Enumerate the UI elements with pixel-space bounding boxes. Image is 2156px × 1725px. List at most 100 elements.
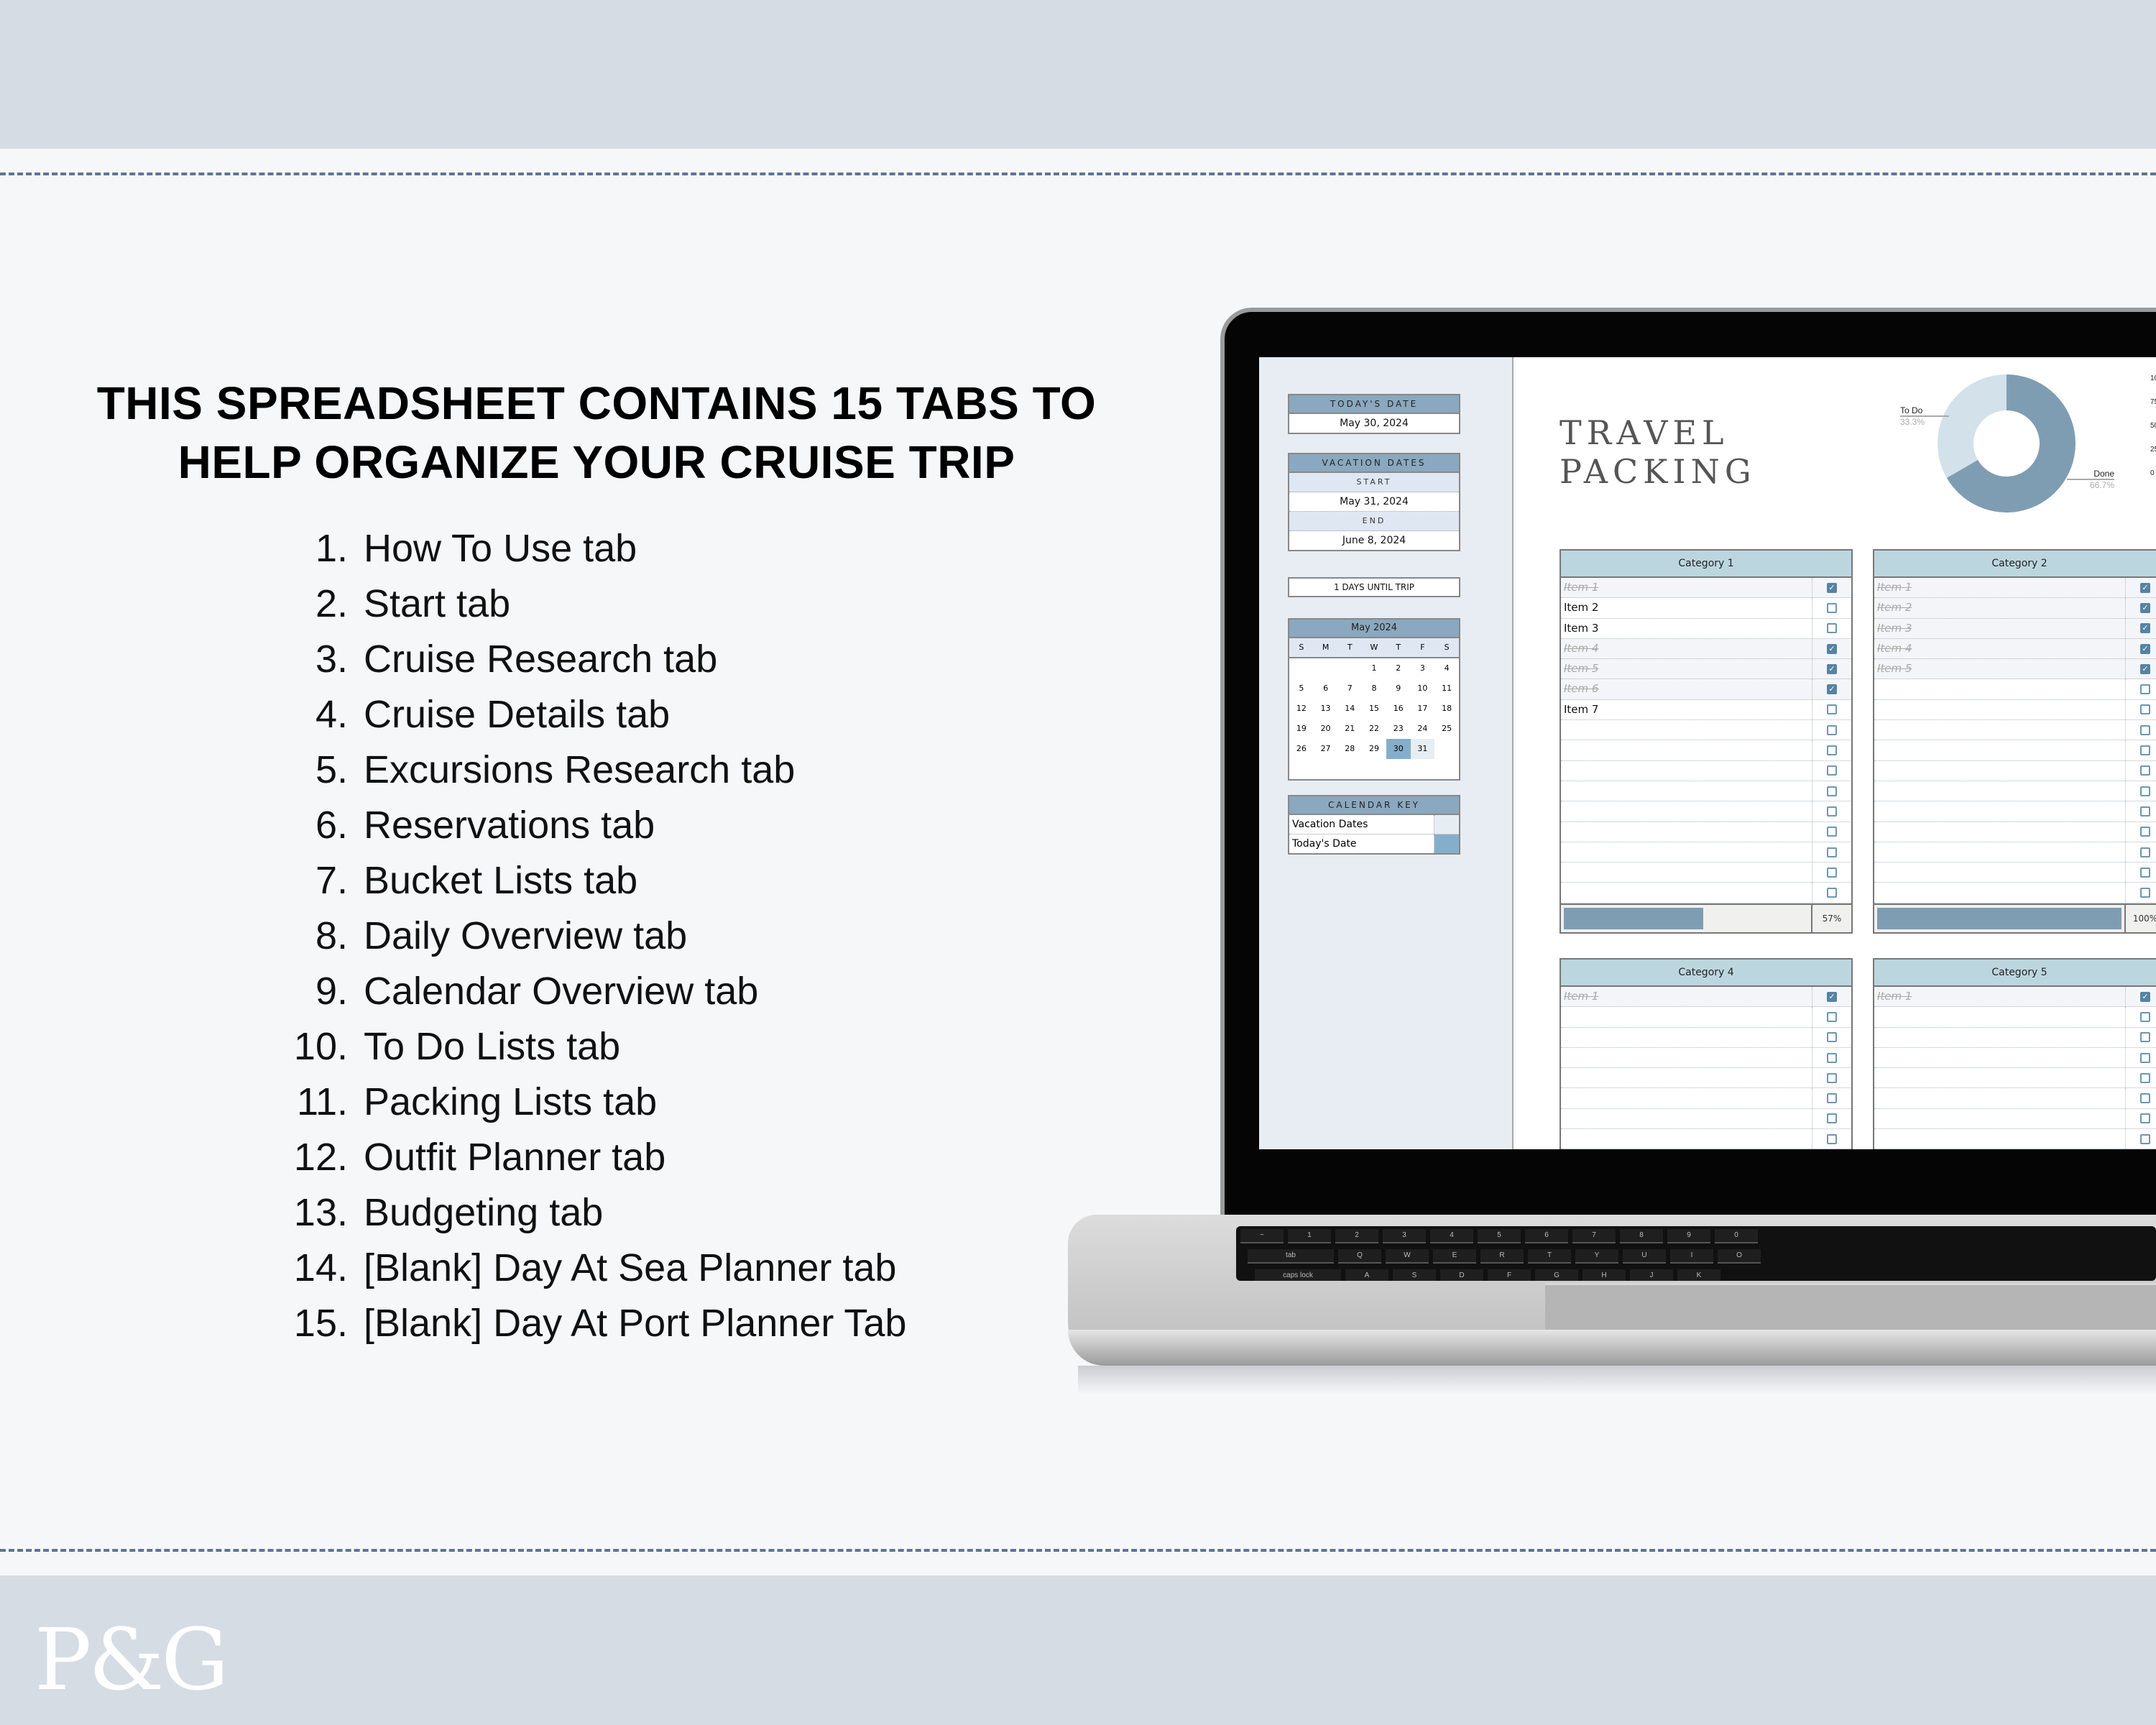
packing-item-label[interactable] (1561, 781, 1812, 801)
packing-item-label[interactable] (1561, 842, 1812, 862)
checkbox[interactable] (2140, 1032, 2150, 1043)
calendar-day[interactable]: 9 (1386, 678, 1411, 699)
packing-item-label[interactable] (1561, 1109, 1812, 1128)
packing-item-label[interactable] (1874, 720, 2125, 740)
checkbox[interactable] (1827, 867, 1837, 878)
packing-item-label[interactable] (1561, 1048, 1812, 1067)
checkbox[interactable] (1827, 765, 1837, 776)
todays-date-value[interactable]: May 30, 2024 (1289, 414, 1459, 433)
calendar-day[interactable]: 21 (1337, 719, 1362, 739)
end-date-value[interactable]: June 8, 2024 (1289, 531, 1459, 550)
calendar-day[interactable]: 24 (1411, 719, 1435, 739)
packing-item-label[interactable] (1561, 883, 1812, 902)
packing-item-label[interactable]: Item 1 (1561, 578, 1812, 597)
checkbox[interactable] (1827, 1093, 1837, 1104)
packing-item-label[interactable] (1874, 700, 2125, 719)
checkbox[interactable] (1827, 602, 1837, 613)
calendar-day[interactable]: 5 (1289, 678, 1314, 699)
packing-item-label[interactable] (1874, 1007, 2125, 1026)
packing-item-label[interactable] (1561, 1028, 1812, 1047)
packing-item-label[interactable] (1874, 862, 2125, 882)
checkbox[interactable] (1827, 745, 1837, 756)
calendar-day[interactable]: 8 (1362, 678, 1386, 699)
packing-item-label[interactable] (1561, 740, 1812, 760)
checkbox[interactable] (1827, 806, 1837, 816)
checkbox[interactable] (1827, 704, 1837, 715)
checkbox[interactable] (1827, 1032, 1837, 1043)
checkbox[interactable] (2140, 867, 2150, 878)
calendar-day[interactable]: 18 (1434, 699, 1459, 719)
packing-item-label[interactable] (1561, 862, 1812, 882)
calendar-day[interactable]: 6 (1314, 678, 1338, 699)
calendar-day[interactable]: 17 (1411, 699, 1435, 719)
packing-item-label[interactable]: Item 3 (1561, 619, 1812, 638)
checked-checkbox[interactable]: ✓ (1827, 684, 1837, 695)
packing-item-label[interactable] (1874, 1048, 2125, 1067)
checkbox[interactable] (2140, 704, 2150, 715)
packing-item-label[interactable] (1561, 1129, 1812, 1149)
packing-item-label[interactable] (1561, 761, 1812, 781)
checkbox[interactable] (2140, 1093, 2150, 1104)
calendar-day[interactable]: 12 (1289, 699, 1314, 719)
checkbox[interactable] (1827, 1133, 1837, 1144)
calendar-day[interactable]: 19 (1289, 719, 1314, 739)
calendar-day[interactable]: 3 (1411, 658, 1435, 678)
calendar-day[interactable]: 10 (1411, 678, 1435, 699)
checkbox[interactable] (2140, 786, 2150, 796)
checkbox[interactable] (2140, 724, 2150, 735)
calendar-day[interactable]: 27 (1314, 739, 1338, 759)
calendar-day[interactable]: 22 (1362, 719, 1386, 739)
calendar-day[interactable]: 30 (1386, 739, 1411, 759)
checkbox[interactable] (1827, 724, 1837, 735)
packing-item-label[interactable] (1561, 720, 1812, 740)
packing-item-label[interactable] (1561, 1007, 1812, 1026)
checkbox[interactable] (2140, 806, 2150, 816)
checked-checkbox[interactable]: ✓ (2140, 663, 2150, 674)
checked-checkbox[interactable]: ✓ (2140, 582, 2150, 593)
checked-checkbox[interactable]: ✓ (2140, 602, 2150, 613)
checked-checkbox[interactable]: ✓ (1827, 643, 1837, 654)
checked-checkbox[interactable]: ✓ (2140, 623, 2150, 634)
packing-item-label[interactable] (1874, 1129, 2125, 1149)
packing-item-label[interactable]: Item 1 (1874, 578, 2125, 597)
calendar-day[interactable]: 20 (1314, 719, 1338, 739)
calendar-day[interactable]: 13 (1314, 699, 1338, 719)
checkbox[interactable] (2140, 1072, 2150, 1083)
checkbox[interactable] (1827, 847, 1837, 857)
packing-item-label[interactable]: Item 2 (1561, 598, 1812, 617)
calendar-day[interactable]: 23 (1386, 719, 1411, 739)
packing-item-label[interactable] (1874, 1028, 2125, 1047)
calendar-day[interactable]: 2 (1386, 658, 1411, 678)
checked-checkbox[interactable]: ✓ (1827, 991, 1837, 1002)
packing-item-label[interactable] (1561, 822, 1812, 842)
packing-item-label[interactable] (1874, 740, 2125, 760)
checkbox[interactable] (2140, 684, 2150, 695)
packing-item-label[interactable]: Item 1 (1874, 987, 2125, 1006)
checkbox[interactable] (2140, 888, 2150, 898)
checkbox[interactable] (1827, 1113, 1837, 1124)
packing-item-label[interactable] (1874, 822, 2125, 842)
checkbox[interactable] (2140, 1113, 2150, 1124)
calendar-day[interactable]: 16 (1386, 699, 1411, 719)
checkbox[interactable] (1827, 1011, 1837, 1022)
checked-checkbox[interactable]: ✓ (1827, 582, 1837, 593)
packing-item-label[interactable] (1874, 761, 2125, 781)
packing-item-label[interactable] (1874, 1109, 2125, 1128)
calendar-day[interactable]: 15 (1362, 699, 1386, 719)
checkbox[interactable] (1827, 786, 1837, 796)
packing-item-label[interactable] (1561, 801, 1812, 821)
packing-item-label[interactable] (1874, 679, 2125, 699)
checkbox[interactable] (2140, 745, 2150, 756)
packing-item-label[interactable]: Item 1 (1561, 987, 1812, 1006)
checkbox[interactable] (2140, 1133, 2150, 1144)
checkbox[interactable] (2140, 765, 2150, 776)
packing-item-label[interactable] (1561, 1088, 1812, 1108)
calendar-day[interactable]: 26 (1289, 739, 1314, 759)
checkbox[interactable] (1827, 888, 1837, 898)
calendar-day[interactable]: 31 (1410, 739, 1435, 759)
packing-item-label[interactable]: Item 3 (1874, 619, 2125, 638)
calendar-day[interactable]: 11 (1434, 678, 1459, 699)
calendar-day[interactable]: 29 (1362, 739, 1386, 759)
packing-item-label[interactable]: Item 5 (1561, 659, 1812, 678)
packing-item-label[interactable] (1874, 1068, 2125, 1087)
